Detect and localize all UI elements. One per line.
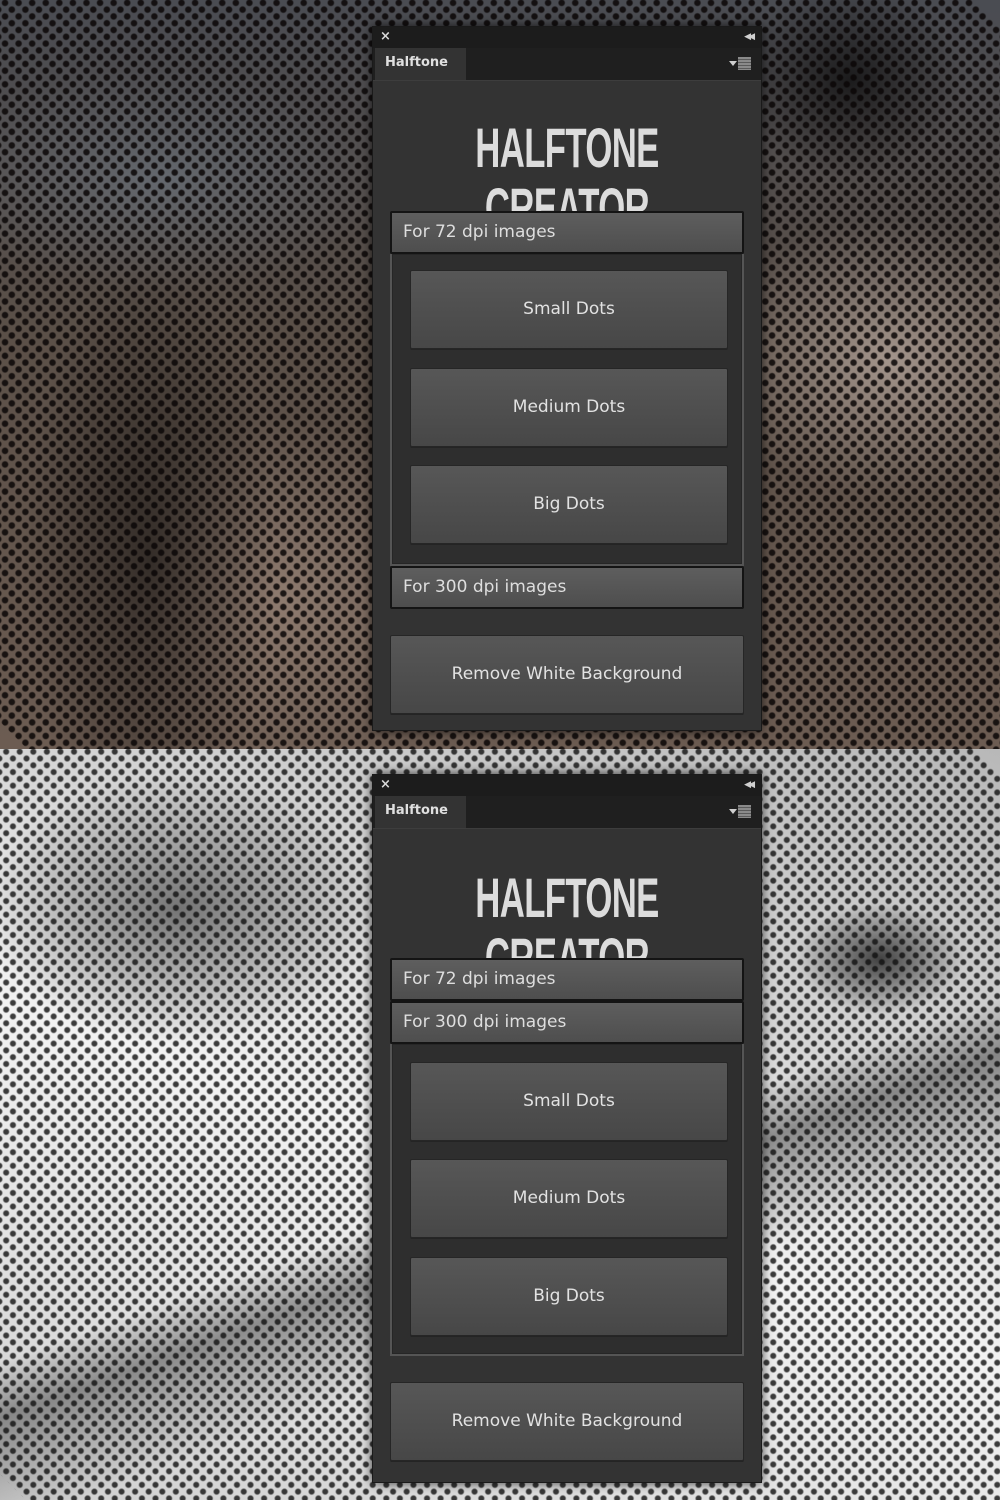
big-dots-button[interactable]: Big Dots — [410, 465, 728, 544]
section-header-72dpi[interactable]: For 72 dpi images — [390, 958, 744, 1001]
remove-white-background-button[interactable]: Remove White Background — [390, 635, 744, 714]
tab-halftone[interactable]: Halftone — [375, 48, 466, 80]
medium-dots-button[interactable]: Medium Dots — [410, 368, 728, 447]
panel-titlebar: × ◀◀ — [373, 27, 761, 48]
medium-dots-button[interactable]: Medium Dots — [410, 1159, 728, 1238]
section-group-72dpi: Small Dots Medium Dots Big Dots — [390, 254, 744, 566]
collapse-icon[interactable]: ◀◀ — [744, 30, 755, 44]
section-header-300dpi[interactable]: For 300 dpi images — [390, 1001, 744, 1044]
dropdown-triangle-icon — [729, 809, 737, 814]
panel-menu-icon[interactable] — [729, 805, 753, 819]
panel-tab-row: Halftone — [373, 796, 761, 829]
halftone-panel-top: × ◀◀ Halftone HALFTONE CREATOR For 72 dp… — [372, 26, 762, 731]
small-dots-button[interactable]: Small Dots — [410, 1062, 728, 1141]
tab-halftone[interactable]: Halftone — [375, 796, 466, 828]
collapse-icon[interactable]: ◀◀ — [744, 778, 755, 792]
close-icon[interactable]: × — [380, 777, 391, 793]
hamburger-lines-icon — [738, 805, 751, 818]
section-header-300dpi[interactable]: For 300 dpi images — [390, 566, 744, 609]
halftone-panel-bottom: × ◀◀ Halftone HALFTONE CREATOR For 72 dp… — [372, 774, 762, 1483]
panel-tab-row: Halftone — [373, 48, 761, 81]
big-dots-button[interactable]: Big Dots — [410, 1257, 728, 1336]
close-icon[interactable]: × — [380, 29, 391, 45]
dropdown-triangle-icon — [729, 61, 737, 66]
remove-white-background-button[interactable]: Remove White Background — [390, 1382, 744, 1461]
section-group-300dpi: Small Dots Medium Dots Big Dots — [390, 1044, 744, 1356]
panel-titlebar: × ◀◀ — [373, 775, 761, 796]
small-dots-button[interactable]: Small Dots — [410, 270, 728, 349]
hamburger-lines-icon — [738, 57, 751, 70]
panel-menu-icon[interactable] — [729, 57, 753, 71]
section-header-72dpi[interactable]: For 72 dpi images — [390, 211, 744, 254]
